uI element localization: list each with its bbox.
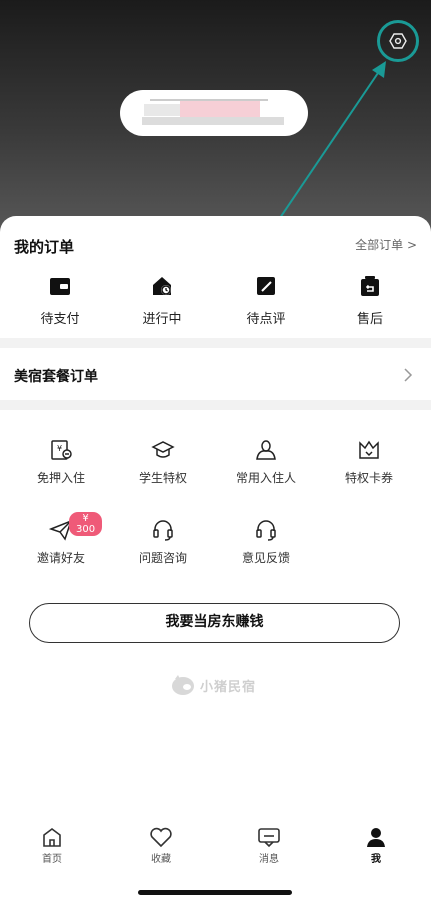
package-orders-row[interactable]: 美宿套餐订单 <box>0 348 431 400</box>
tab-favorites[interactable]: 收藏 <box>131 826 191 865</box>
service-frequent-guests[interactable]: 常用入住人 <box>226 438 306 486</box>
brand-logo: 小猪民宿 <box>170 674 256 696</box>
service-label: 常用入住人 <box>235 471 296 485</box>
service-invite-friends[interactable]: ¥ 300 邀请好友 <box>21 512 103 566</box>
tab-label: 消息 <box>259 854 279 865</box>
service-label: 问题咨询 <box>138 551 187 565</box>
tab-messages[interactable]: 消息 <box>239 826 299 865</box>
bottom-tab-bar: 首页 收藏 消息 我 <box>0 818 431 878</box>
service-student[interactable]: 学生特权 <box>123 438 203 486</box>
message-icon <box>258 828 280 848</box>
order-label: 待点评 <box>246 312 286 327</box>
heart-icon <box>150 827 172 848</box>
order-in-progress[interactable]: 进行中 <box>130 274 194 327</box>
service-label: 邀请好友 <box>36 551 85 565</box>
settings-hexagon-icon <box>389 33 407 49</box>
order-label: 待支付 <box>40 312 80 327</box>
order-pending-payment[interactable]: 待支付 <box>28 274 92 327</box>
section-divider <box>0 338 431 348</box>
service-label: 学生特权 <box>138 471 187 485</box>
tab-label: 首页 <box>42 854 62 865</box>
return-bag-icon <box>361 276 379 296</box>
tab-home[interactable]: 首页 <box>22 826 82 865</box>
service-privilege-coupons[interactable]: 特权卡券 <box>329 438 409 486</box>
service-label: 特权卡券 <box>344 471 393 485</box>
settings-button[interactable] <box>377 20 419 62</box>
service-label: 免押入住 <box>36 471 85 485</box>
tab-label: 收藏 <box>151 854 171 865</box>
tab-label: 我 <box>371 854 381 865</box>
reward-badge: ¥ 300 <box>69 512 103 536</box>
pig-logo-icon <box>172 675 194 695</box>
order-label: 售后 <box>356 312 383 327</box>
headset-icon <box>256 520 276 541</box>
person-icon <box>256 440 276 460</box>
orders-title: 我的订单 <box>14 238 75 256</box>
wallet-icon <box>50 278 70 295</box>
service-label: 意见反馈 <box>241 551 290 565</box>
brand-text: 小猪民宿 <box>200 679 257 695</box>
chevron-right-icon <box>404 368 413 382</box>
order-label: 进行中 <box>142 312 182 327</box>
user-icon <box>367 828 385 847</box>
all-orders-link[interactable]: 全部订单 > <box>355 236 417 253</box>
headset-icon <box>153 520 173 541</box>
order-to-review[interactable]: 待点评 <box>234 274 298 327</box>
service-questions[interactable]: 问题咨询 <box>123 518 203 566</box>
package-orders-title: 美宿套餐订单 <box>14 369 98 385</box>
section-divider <box>0 400 431 410</box>
service-feedback[interactable]: 意见反馈 <box>226 518 306 566</box>
user-name-pill[interactable] <box>120 90 308 136</box>
become-landlord-button[interactable]: 我要当房东赚钱 <box>29 603 400 643</box>
graduation-cap-icon <box>151 441 175 458</box>
redacted-block <box>142 117 284 125</box>
home-indicator <box>138 890 292 895</box>
profile-header <box>0 0 431 240</box>
crown-ticket-icon <box>359 440 379 459</box>
order-after-sales[interactable]: 售后 <box>338 274 402 327</box>
house-clock-icon <box>153 277 171 295</box>
deposit-free-icon: ¥ <box>51 440 72 460</box>
edit-square-icon <box>257 277 275 295</box>
service-deposit-free[interactable]: ¥ 免押入住 <box>21 438 101 486</box>
tab-me[interactable]: 我 <box>346 826 406 865</box>
svg-text:¥: ¥ <box>57 444 62 453</box>
main-card: 我的订单 全部订单 > 待支付 进行中 待点评 售后 美宿套餐订单 ¥ 免押入住… <box>0 216 431 902</box>
home-icon <box>43 828 61 847</box>
